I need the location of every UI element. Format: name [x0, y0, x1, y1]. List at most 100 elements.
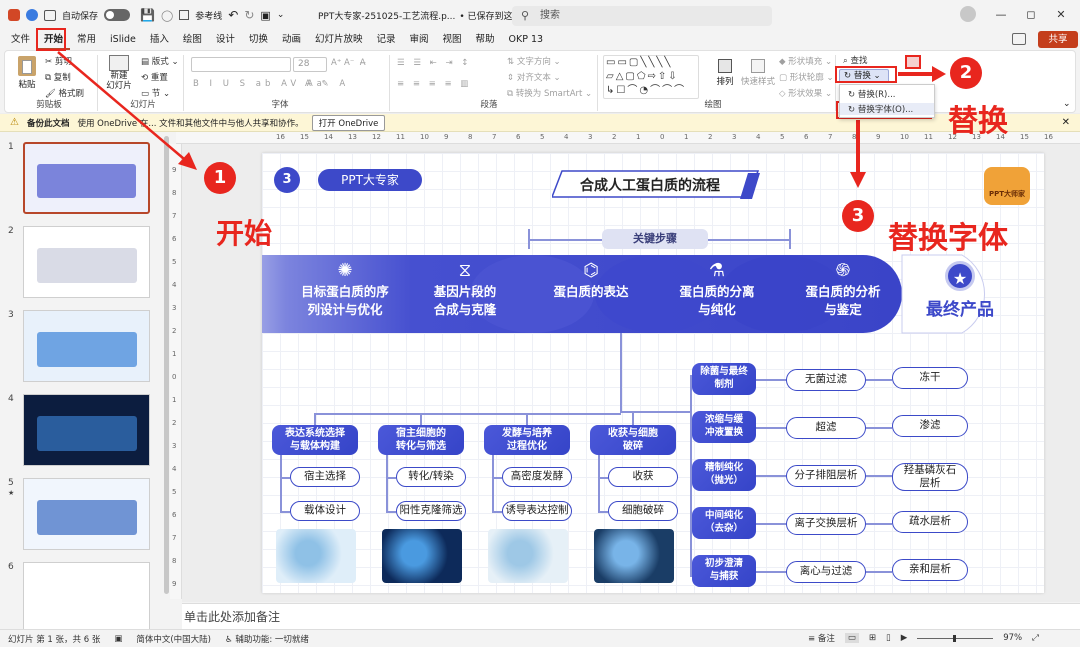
branch-connector: [598, 511, 608, 513]
menu-item-8[interactable]: 动画: [275, 30, 308, 50]
branch-head: 收获与细胞 破碎: [590, 425, 676, 455]
close-icon[interactable]: ✕: [1046, 8, 1076, 21]
thumbnail-number: 5: [8, 478, 14, 488]
normal-view-icon[interactable]: ▭: [844, 633, 859, 643]
font-size-box[interactable]: 28: [293, 57, 327, 72]
comment-icon[interactable]: [1012, 33, 1026, 45]
search-input[interactable]: ⚲ 搜索: [512, 6, 772, 26]
reading-view-icon[interactable]: ▯: [886, 633, 891, 643]
process-stage: ⚗ 蛋白质的分离 与纯化: [654, 259, 780, 319]
replace-font-menu-item[interactable]: ↻ 替换字体(O)...: [840, 103, 934, 115]
ruler-tick: 1: [684, 133, 689, 141]
replace-menu-item[interactable]: ↻ 替换(R)...: [848, 88, 895, 100]
account-icon[interactable]: [44, 9, 56, 21]
ruler-tick: 2: [612, 133, 617, 141]
text-direction-button[interactable]: ⇅ 文字方向 ⌄: [507, 55, 561, 67]
paste-button[interactable]: 粘贴: [13, 56, 41, 90]
fit-slide-icon[interactable]: ⤢: [1032, 633, 1039, 643]
collapse-ribbon-icon[interactable]: ⌄: [1063, 99, 1071, 109]
customize-icon[interactable]: ⌄: [277, 10, 285, 20]
slide-thumbnail[interactable]: [23, 310, 150, 382]
notes-button[interactable]: ≡ 备注: [808, 632, 835, 644]
accessibility-label[interactable]: ♿ 辅助功能: 一切就绪: [225, 633, 309, 645]
quick-styles-button[interactable]: 快速样式: [739, 59, 777, 87]
paragraph-group-label: 段落: [480, 100, 498, 110]
replace-annotation: 替换: [948, 104, 1008, 139]
shapes-gallery[interactable]: ▭▭▢╲╲╲╲ ▱△▢⬠⇨⇧⇩ ↳☐⌒◔⌒⌒⌒: [603, 55, 699, 99]
menu-item-9[interactable]: 幻灯片放映: [308, 30, 370, 50]
slide-title: 合成人工蛋白质的流程: [580, 178, 720, 194]
slide-thumbnail[interactable]: [23, 226, 150, 298]
autosave-toggle[interactable]: [104, 9, 131, 21]
minimize-icon[interactable]: —: [986, 8, 1016, 21]
slide-counter: 幻灯片 第 1 张，共 6 张: [8, 634, 101, 645]
annotation-arrow-3: [850, 120, 866, 188]
maximize-icon[interactable]: ◻: [1016, 8, 1046, 21]
drawing-group-label: 绘图: [704, 100, 722, 110]
zoom-slider[interactable]: [917, 634, 994, 642]
avatar[interactable]: [960, 6, 976, 22]
share-button[interactable]: 共享: [1038, 31, 1078, 48]
open-onedrive-button[interactable]: 打开 OneDrive: [311, 114, 386, 131]
shape-fill-button[interactable]: ◆ 形状填充 ⌄: [779, 55, 832, 67]
shape-effects-button[interactable]: ◇ 形状效果 ⌄: [779, 87, 832, 99]
thumbnail-number: 4: [8, 394, 14, 404]
ruler-tick: 16: [1044, 133, 1053, 141]
arrange-button[interactable]: 排列: [713, 59, 737, 87]
save-icon[interactable]: 💾: [140, 8, 155, 22]
ruler-tick: 0: [660, 133, 665, 141]
undo-history-icon[interactable]: ◯: [161, 9, 173, 22]
ruler-tick: 2: [172, 327, 177, 335]
ruler-tick: 6: [804, 133, 809, 141]
stage-label: 目标蛋白质的序 列设计与优化: [301, 284, 389, 318]
smartart-button[interactable]: ⧉ 转换为 SmartArt ⌄: [507, 87, 592, 99]
zoom-level[interactable]: 97%: [1003, 633, 1022, 643]
find-icon: ⌕: [843, 56, 848, 66]
proofing-icon[interactable]: ▣: [114, 634, 122, 644]
method-b: 亲和层析: [892, 559, 968, 581]
star-badge-icon: ★: [945, 261, 975, 291]
bracket-right: [789, 229, 791, 249]
branch-photo: [276, 529, 356, 583]
ppt-pro-icon[interactable]: [26, 9, 38, 21]
align-text-button[interactable]: ⇕ 对齐文本 ⌄: [507, 71, 561, 83]
ruler-tick: 13: [348, 133, 357, 141]
present-icon[interactable]: ▣: [260, 9, 270, 22]
slide-thumbnail[interactable]: [23, 394, 150, 466]
shape-outline-button[interactable]: ▢ 形状轮廓 ⌄: [779, 71, 834, 83]
slide-sorter-icon[interactable]: ⊞: [869, 633, 876, 643]
test-tube-icon: ⚗: [708, 260, 726, 281]
menu-item-10[interactable]: 记录: [369, 30, 402, 50]
redo-icon[interactable]: ↻: [244, 8, 254, 22]
thumbnails-scrollbar[interactable]: [164, 136, 169, 594]
menu-item-7[interactable]: 切换: [242, 30, 275, 50]
method-b: 羟基磷灰石 层析: [892, 463, 968, 491]
slide-thumbnail[interactable]: [23, 478, 150, 550]
branch-head: 表达系统选择 与载体构建: [272, 425, 358, 455]
find-button[interactable]: ⌕ 查找: [843, 54, 867, 66]
menu-item-12[interactable]: 视图: [436, 30, 469, 50]
method-link: [866, 475, 892, 477]
slide-thumbnail[interactable]: [23, 562, 150, 634]
ruler-tick: 11: [924, 133, 933, 141]
branch-drop: [632, 413, 634, 425]
undo-icon[interactable]: ↶: [228, 8, 238, 22]
key-steps-text: 关键步骤: [633, 232, 677, 245]
menu-item-0[interactable]: 文件: [4, 30, 37, 50]
shape-fill-label: 形状填充: [788, 57, 823, 67]
branch-connector: [386, 511, 396, 513]
notes-placeholder: 单击此处添加备注: [184, 610, 281, 624]
menu-item-14[interactable]: OKP 13: [502, 30, 551, 50]
branch-drop: [526, 413, 528, 425]
language-label[interactable]: 简体中文(中国大陆): [136, 633, 211, 645]
branch-item: 宿主选择: [290, 467, 360, 487]
menu-item-11[interactable]: 审阅: [402, 30, 435, 50]
notes-pane[interactable]: 单击此处添加备注: [182, 603, 1080, 629]
menu-item-13[interactable]: 帮助: [469, 30, 502, 50]
font-controls-row1: A⁺ A⁻ A̶: [331, 58, 366, 68]
reference-checkbox[interactable]: [179, 10, 190, 20]
purification-step: 中间纯化 （去杂）: [692, 507, 756, 539]
dna-icon: ⧖: [458, 260, 472, 281]
close-notice-icon[interactable]: ✕: [1062, 117, 1070, 128]
slideshow-icon[interactable]: ▶: [901, 633, 908, 643]
